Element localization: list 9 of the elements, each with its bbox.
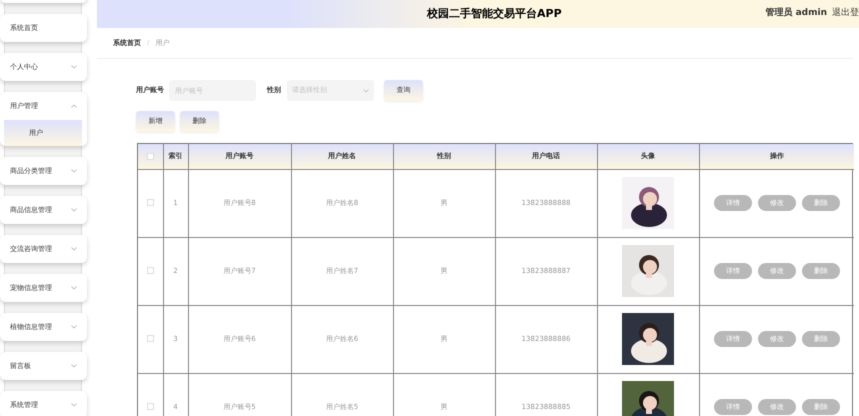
row-checkbox[interactable] [146, 199, 154, 206]
chevron-down-icon [363, 88, 369, 92]
row-checkbox[interactable] [146, 403, 154, 410]
user-label: 管理员 admin [765, 7, 827, 20]
app-title: 校园二手智能交易平台APP [427, 6, 562, 22]
select-all-checkbox[interactable] [146, 152, 154, 160]
row-checkbox[interactable] [146, 267, 154, 274]
logout-link[interactable]: 退出登 [832, 7, 859, 21]
row-checkbox[interactable] [146, 335, 154, 342]
